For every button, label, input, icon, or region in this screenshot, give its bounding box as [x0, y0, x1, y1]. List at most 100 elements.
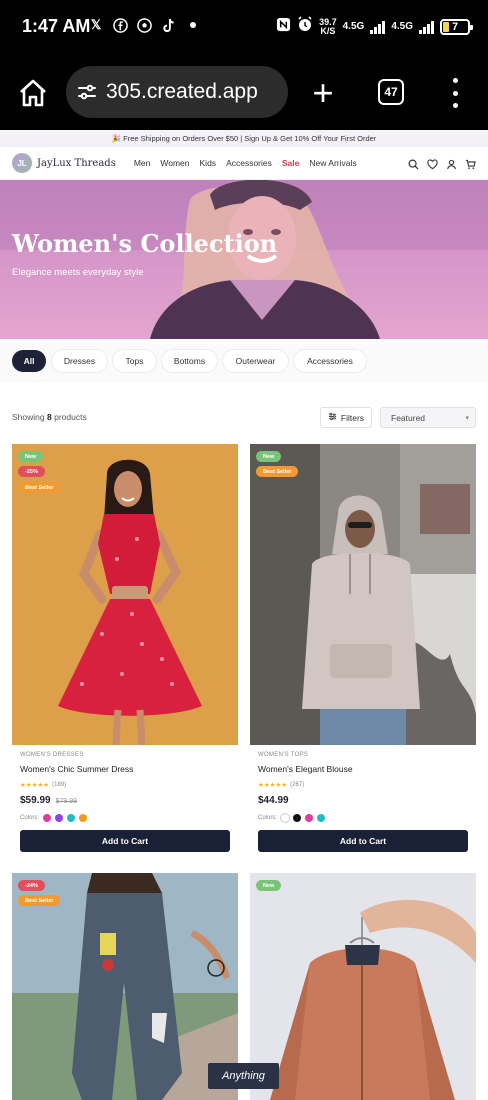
- product-name[interactable]: Women's Chic Summer Dress: [20, 764, 232, 774]
- category-tops[interactable]: Tops: [113, 350, 156, 372]
- product-info: WOMEN'S DRESSES Women's Chic Summer Dres…: [20, 752, 232, 822]
- signal-bars-2-icon: [419, 20, 434, 34]
- hero-title: Women's Collection: [12, 229, 278, 258]
- hoodie-photo: [250, 444, 476, 745]
- hero-banner: Women's Collection Elegance meets everyd…: [0, 180, 488, 339]
- facebook-icon: [112, 17, 128, 33]
- category-all[interactable]: All: [12, 350, 46, 372]
- nav-new-arrivals[interactable]: New Arrivals: [309, 158, 356, 168]
- product-price: $59.99: [20, 795, 51, 806]
- nav-sale[interactable]: Sale: [282, 158, 300, 168]
- cart-icon[interactable]: [465, 157, 476, 169]
- badge-best-seller: Best Seller: [18, 895, 61, 906]
- nav-women[interactable]: Women: [160, 158, 189, 168]
- sliders-icon: [328, 412, 337, 423]
- sort-selected-value: Featured: [391, 412, 426, 423]
- product-card[interactable]: New -25% Best Seller WOMEN'S DRESSES Wom…: [12, 444, 238, 864]
- more-notifications-dot: [190, 22, 196, 28]
- main-nav: Men Women Kids Accessories Sale New Arri…: [124, 158, 357, 168]
- product-card[interactable]: New Best Seller WOMEN'S TOPS Women's Ele…: [250, 444, 476, 864]
- star-rating-icon: ★★★★★: [258, 782, 288, 789]
- color-swatch[interactable]: [281, 814, 290, 822]
- battery-level: 7: [451, 20, 459, 33]
- badge-new: New: [256, 880, 282, 891]
- product-name[interactable]: Women's Elegant Blouse: [258, 764, 470, 774]
- showing-suffix: products: [54, 412, 87, 422]
- product-category: WOMEN'S TOPS: [258, 752, 309, 758]
- nav-men[interactable]: Men: [134, 158, 151, 168]
- badge-best-seller: Best Seller: [256, 466, 299, 477]
- product-image[interactable]: New: [250, 873, 476, 1100]
- star-rating-icon: ★★★★★: [20, 782, 50, 789]
- add-to-cart-button[interactable]: Add to Cart: [258, 830, 468, 852]
- nav-accessories[interactable]: Accessories: [226, 158, 272, 168]
- user-icon[interactable]: [446, 157, 457, 170]
- nfc-icon: [276, 17, 291, 37]
- filters-label: Filters: [340, 412, 365, 423]
- speed-unit: K/S: [320, 25, 336, 36]
- color-swatch[interactable]: [43, 814, 52, 822]
- new-tab-icon[interactable]: +: [306, 75, 340, 111]
- color-swatch[interactable]: [305, 814, 314, 822]
- search-icon[interactable]: [408, 157, 419, 170]
- battery-icon: 7: [440, 18, 473, 35]
- jacket-photo: [250, 873, 476, 1100]
- color-swatch[interactable]: [67, 814, 76, 822]
- site-header: JL JayLux Threads Men Women Kids Accesso…: [0, 147, 488, 180]
- badge-new: New: [256, 451, 282, 462]
- system-status: 39.7 K/S 4.5G 4.5G 7: [276, 16, 473, 37]
- tiktok-icon: [160, 17, 176, 33]
- network-speed: 39.7 K/S: [319, 17, 337, 36]
- browser-toolbar: 305.created.app + 47: [0, 56, 488, 130]
- product-image[interactable]: -24% Best Seller: [12, 873, 238, 1100]
- showing-prefix: Showing: [12, 412, 45, 422]
- address-bar[interactable]: 305.created.app: [66, 66, 288, 118]
- color-swatch[interactable]: [55, 814, 64, 822]
- review-count: (267): [290, 782, 305, 788]
- filters-button[interactable]: Filters: [320, 407, 372, 428]
- brand-name[interactable]: JayLux Threads: [37, 158, 116, 169]
- category-dresses[interactable]: Dresses: [52, 350, 107, 372]
- badge-new: New: [18, 451, 44, 462]
- color-swatch[interactable]: [317, 814, 326, 822]
- category-outerwear[interactable]: Outerwear: [223, 350, 288, 372]
- color-swatch[interactable]: [293, 814, 302, 822]
- anything-watermark[interactable]: Anything: [208, 1063, 279, 1089]
- badge-best-seller: Best Seller: [18, 482, 61, 493]
- chevron-down-icon: ▾: [465, 415, 469, 422]
- tab-switcher-button[interactable]: 47: [378, 79, 404, 105]
- color-swatch[interactable]: [79, 814, 88, 822]
- site-settings-icon[interactable]: [76, 81, 98, 103]
- price-row: $44.99: [258, 795, 470, 806]
- logo-badge[interactable]: JL: [12, 153, 32, 173]
- category-filters: All Dresses Tops Bottoms Outerwear Acces…: [0, 339, 488, 383]
- color-swatches: Colors:: [258, 814, 470, 822]
- more-menu-icon[interactable]: [446, 78, 464, 108]
- alarm-icon: [297, 16, 313, 37]
- jeans-photo: [12, 873, 238, 1100]
- hero-subtitle: Elegance meets everyday style: [12, 267, 144, 278]
- heart-icon[interactable]: [427, 157, 438, 170]
- product-card[interactable]: New: [250, 873, 476, 1100]
- product-card[interactable]: -24% Best Seller: [12, 873, 238, 1100]
- x-app-icon: 𝕏: [90, 17, 102, 32]
- clock: 1:47 AM: [22, 16, 91, 36]
- url-text[interactable]: 305.created.app: [106, 80, 258, 104]
- product-image[interactable]: New Best Seller: [250, 444, 476, 745]
- home-icon[interactable]: [16, 76, 50, 110]
- price-row: $59.99 $79.99: [20, 795, 232, 806]
- review-count: (189): [52, 782, 67, 788]
- product-rating: ★★★★★ (189): [20, 781, 232, 789]
- product-price: $44.99: [258, 795, 289, 806]
- add-to-cart-button[interactable]: Add to Cart: [20, 830, 230, 852]
- product-category: WOMEN'S DRESSES: [20, 752, 84, 758]
- product-rating: ★★★★★ (267): [258, 781, 470, 789]
- category-bottoms[interactable]: Bottoms: [162, 350, 217, 372]
- network-type-2: 4.5G: [391, 21, 413, 32]
- category-accessories[interactable]: Accessories: [294, 350, 366, 372]
- colors-label: Colors:: [258, 815, 278, 821]
- hero-photo: [0, 180, 488, 339]
- nav-kids[interactable]: Kids: [200, 158, 217, 168]
- sort-select[interactable]: Featured ▾: [380, 407, 476, 428]
- product-image[interactable]: New -25% Best Seller: [12, 444, 238, 745]
